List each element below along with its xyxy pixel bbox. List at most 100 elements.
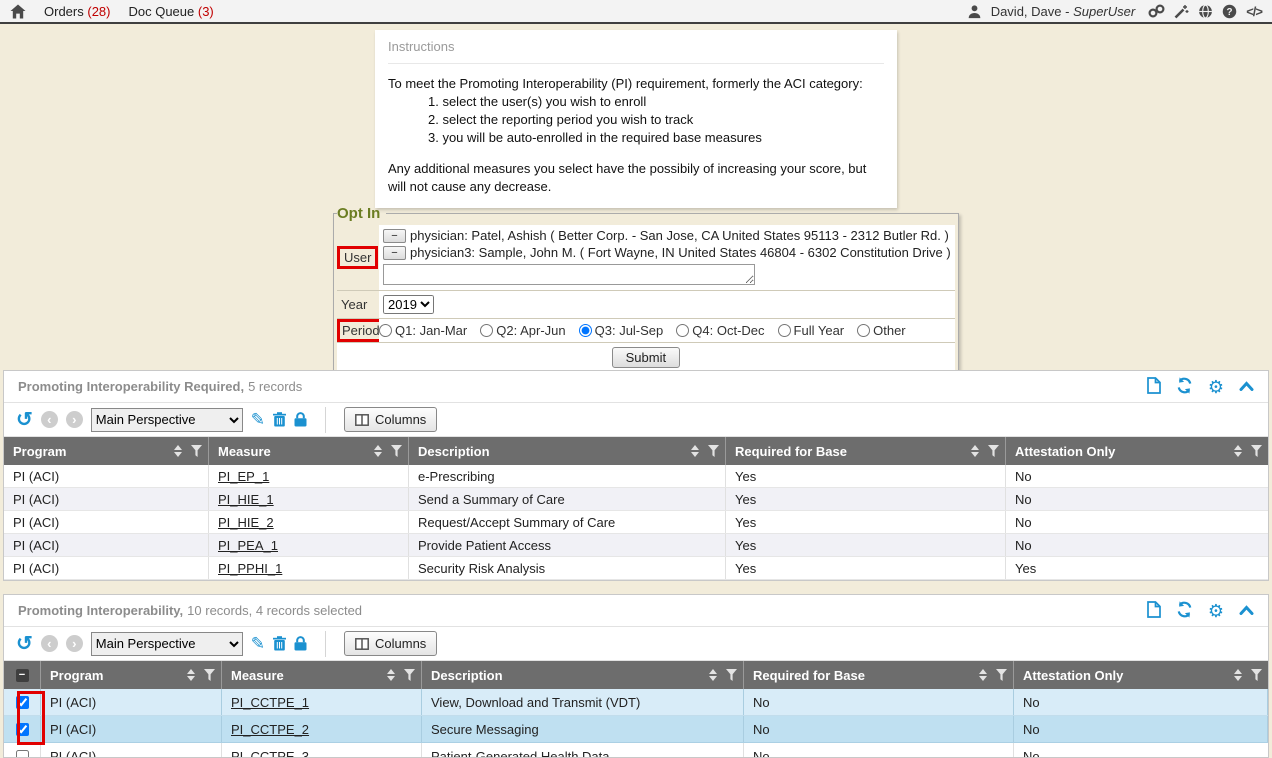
sort-icon[interactable] <box>387 669 395 681</box>
filter-icon[interactable] <box>204 669 215 681</box>
column-header-measure[interactable]: Measure <box>222 661 422 689</box>
measure-link[interactable]: PI_CCTPE_3 <box>231 749 309 758</box>
period-q1-radio[interactable] <box>379 324 392 337</box>
measure-link[interactable]: PI_EP_1 <box>218 469 269 484</box>
sort-icon[interactable] <box>979 669 987 681</box>
next-icon[interactable]: › <box>66 411 83 428</box>
remove-user-button[interactable]: − <box>383 229 406 243</box>
filter-icon[interactable] <box>191 445 202 457</box>
column-header-required[interactable]: Required for Base <box>744 661 1014 689</box>
perspective-select[interactable]: Main Perspective <box>91 632 243 656</box>
instructions-step: 1. select the user(s) you wish to enroll <box>428 93 884 111</box>
filter-icon[interactable] <box>996 669 1007 681</box>
column-header-description[interactable]: Description <box>422 661 744 689</box>
collapse-icon[interactable] <box>1239 379 1254 394</box>
period-full-year[interactable]: Full Year <box>778 323 845 338</box>
perspective-select[interactable]: Main Perspective <box>91 408 243 432</box>
lock-icon[interactable] <box>294 412 307 427</box>
edit-icon[interactable]: ✎ <box>251 636 265 652</box>
sort-icon[interactable] <box>187 669 195 681</box>
wand-icon[interactable] <box>1174 4 1189 19</box>
sort-icon[interactable] <box>691 445 699 457</box>
collapse-icon[interactable] <box>1239 603 1254 618</box>
sort-icon[interactable] <box>1234 669 1242 681</box>
columns-button[interactable]: Columns <box>344 407 437 432</box>
filter-icon[interactable] <box>404 669 415 681</box>
home-icon[interactable] <box>10 4 26 19</box>
submit-button[interactable]: Submit <box>612 347 680 368</box>
measure-link[interactable]: PI_CCTPE_1 <box>231 695 309 710</box>
globe-icon[interactable] <box>1198 4 1213 19</box>
column-header-description[interactable]: Description <box>409 437 726 465</box>
gear-icon[interactable]: ⚙ <box>1208 603 1224 619</box>
nav-orders[interactable]: Orders (28) <box>44 4 110 19</box>
columns-button[interactable]: Columns <box>344 631 437 656</box>
period-label-cell: Period <box>337 319 379 342</box>
cell-required: Yes <box>726 465 1006 487</box>
measure-link[interactable]: PI_CCTPE_2 <box>231 722 309 737</box>
column-label: Description <box>418 444 691 459</box>
column-header-select-all[interactable]: − <box>4 661 41 689</box>
trash-icon[interactable] <box>273 412 286 427</box>
period-q3[interactable]: Q3: Jul-Sep <box>579 323 664 338</box>
sort-icon[interactable] <box>1234 445 1242 457</box>
column-header-measure[interactable]: Measure <box>209 437 409 465</box>
sort-icon[interactable] <box>174 445 182 457</box>
column-header-program[interactable]: Program <box>4 437 209 465</box>
row-checkbox[interactable] <box>16 723 29 736</box>
new-document-icon[interactable] <box>1147 601 1161 621</box>
sort-icon[interactable] <box>709 669 717 681</box>
period-q2-radio[interactable] <box>480 324 493 337</box>
column-header-attestation[interactable]: Attestation Only <box>1006 437 1268 465</box>
selected-user-text: physician3: Sample, John M. ( Fort Wayne… <box>410 245 951 260</box>
edit-icon[interactable]: ✎ <box>251 412 265 428</box>
sort-icon[interactable] <box>374 445 382 457</box>
user-avatar-icon <box>967 4 982 19</box>
period-q2[interactable]: Q2: Apr-Jun <box>480 323 565 338</box>
filter-icon[interactable] <box>1251 669 1262 681</box>
measure-link[interactable]: PI_PEA_1 <box>218 538 278 553</box>
period-q4-radio[interactable] <box>676 324 689 337</box>
refresh-icon[interactable] <box>1176 601 1193 621</box>
period-q4[interactable]: Q4: Oct-Dec <box>676 323 764 338</box>
select-all-checkbox[interactable]: − <box>16 669 29 682</box>
nav-doc-queue[interactable]: Doc Queue (3) <box>128 4 213 19</box>
new-document-icon[interactable] <box>1147 377 1161 397</box>
prev-icon[interactable]: ‹ <box>41 635 58 652</box>
period-q3-radio[interactable] <box>579 324 592 337</box>
period-q1[interactable]: Q1: Jan-Mar <box>379 323 467 338</box>
next-icon[interactable]: › <box>66 635 83 652</box>
filter-icon[interactable] <box>708 445 719 457</box>
year-select[interactable]: 2019 <box>383 295 434 314</box>
link-icon[interactable] <box>1148 4 1165 18</box>
prev-icon[interactable]: ‹ <box>41 411 58 428</box>
gear-icon[interactable]: ⚙ <box>1208 379 1224 395</box>
trash-icon[interactable] <box>273 636 286 651</box>
code-icon[interactable]: </> <box>1246 4 1262 19</box>
measure-link[interactable]: PI_HIE_1 <box>218 492 274 507</box>
column-header-program[interactable]: Program <box>41 661 222 689</box>
period-full-year-radio[interactable] <box>778 324 791 337</box>
user-menu[interactable]: David, Dave - SuperUser <box>991 4 1136 19</box>
row-checkbox[interactable] <box>16 750 29 758</box>
undo-icon[interactable]: ↺ <box>16 411 33 429</box>
filter-icon[interactable] <box>391 445 402 457</box>
sort-icon[interactable] <box>971 445 979 457</box>
filter-icon[interactable] <box>726 669 737 681</box>
filter-icon[interactable] <box>1251 445 1262 457</box>
user-search-input[interactable] <box>383 264 755 285</box>
undo-icon[interactable]: ↺ <box>16 635 33 653</box>
column-header-attestation[interactable]: Attestation Only <box>1014 661 1268 689</box>
measure-link[interactable]: PI_HIE_2 <box>218 515 274 530</box>
lock-icon[interactable] <box>294 636 307 651</box>
help-icon[interactable]: ? <box>1222 4 1237 19</box>
column-header-required[interactable]: Required for Base <box>726 437 1006 465</box>
refresh-icon[interactable] <box>1176 377 1193 397</box>
period-other[interactable]: Other <box>857 323 906 338</box>
filter-icon[interactable] <box>988 445 999 457</box>
remove-user-button[interactable]: − <box>383 246 406 260</box>
cell-required: No <box>744 716 1014 742</box>
measure-link[interactable]: PI_PPHI_1 <box>218 561 282 576</box>
row-checkbox[interactable] <box>16 696 29 709</box>
period-other-radio[interactable] <box>857 324 870 337</box>
